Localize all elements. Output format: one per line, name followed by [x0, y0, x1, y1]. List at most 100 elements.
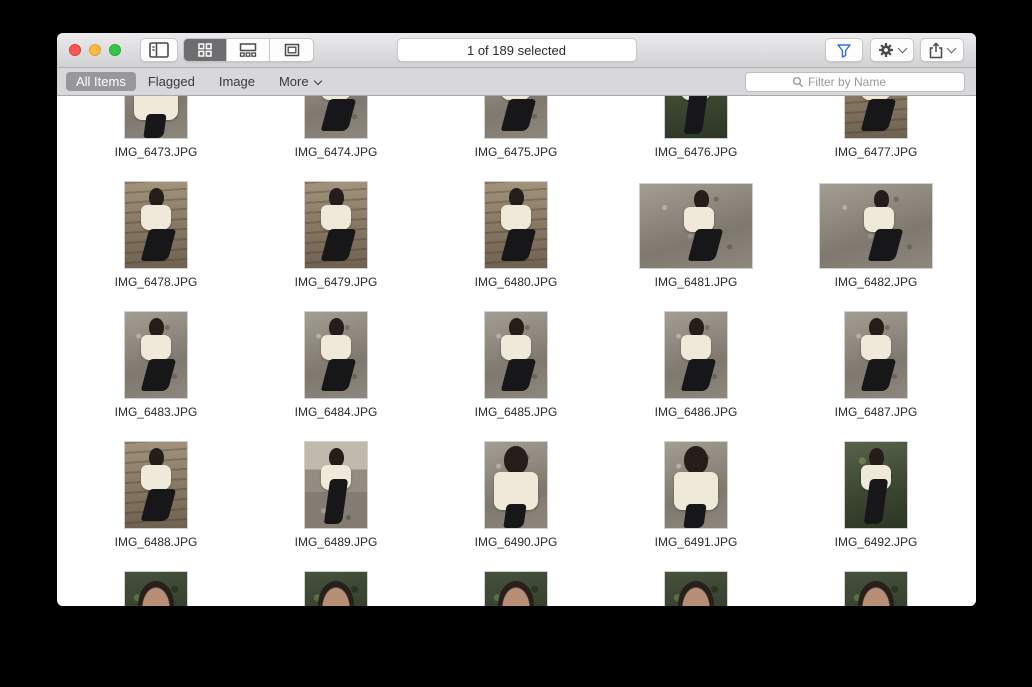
- search-icon: [792, 76, 804, 88]
- thumbnail-cell[interactable]: IMG_6473.JPG: [66, 96, 246, 181]
- filter-by-name-field[interactable]: [745, 72, 965, 92]
- view-mode-segmented-control: [183, 38, 314, 62]
- filename-label: IMG_6487.JPG: [834, 405, 918, 419]
- thumbnail-cell[interactable]: IMG_6481.JPG: [606, 181, 786, 311]
- close-button[interactable]: [69, 44, 81, 56]
- photo-thumbnail[interactable]: [640, 184, 752, 268]
- photo-thumbnail[interactable]: [665, 442, 727, 528]
- photo-thumbnail[interactable]: [125, 572, 187, 606]
- photo-thumbnail[interactable]: [485, 442, 547, 528]
- thumbnail-cell[interactable]: IMG_6486.JPG: [606, 311, 786, 441]
- photo-thumbnail[interactable]: [665, 312, 727, 398]
- photo-figure-head: [138, 581, 174, 606]
- photo-thumbnail[interactable]: [820, 184, 932, 268]
- thumbnail-cell[interactable]: IMG_6475.JPG: [426, 96, 606, 181]
- thumbnail-cell[interactable]: [66, 571, 246, 606]
- chevron-down-icon: [946, 43, 957, 54]
- filename-label: IMG_6481.JPG: [654, 275, 738, 289]
- single-view-segment[interactable]: [270, 39, 313, 61]
- filter-tabs: All Items Flagged Image More: [66, 72, 333, 91]
- photo-thumbnail[interactable]: [125, 96, 187, 138]
- thumbnail-cell[interactable]: IMG_6477.JPG: [786, 96, 966, 181]
- sidebar-toggle-button[interactable]: [140, 38, 178, 62]
- filter-button[interactable]: [825, 38, 863, 62]
- thumbnail-frame: [640, 181, 752, 268]
- thumbnail-cell[interactable]: IMG_6488.JPG: [66, 441, 246, 571]
- grid-view-icon: [197, 42, 213, 58]
- zoom-button[interactable]: [109, 44, 121, 56]
- photo-figure-body: [500, 99, 537, 131]
- thumbnail-cell[interactable]: IMG_6482.JPG: [786, 181, 966, 311]
- thumbnail-cell[interactable]: IMG_6491.JPG: [606, 441, 786, 571]
- photo-figure-head: [858, 581, 894, 606]
- thumbnail-cell[interactable]: [426, 571, 606, 606]
- thumbnail-cell[interactable]: IMG_6478.JPG: [66, 181, 246, 311]
- filename-label: IMG_6486.JPG: [654, 405, 738, 419]
- settings-button[interactable]: [870, 38, 914, 62]
- photo-figure-body: [680, 359, 717, 391]
- photo-thumbnail[interactable]: [125, 442, 187, 528]
- thumbnail-frame: [845, 311, 907, 398]
- photo-thumbnail[interactable]: [845, 442, 907, 528]
- thumbnail-cell[interactable]: IMG_6490.JPG: [426, 441, 606, 571]
- chevron-down-icon: [897, 43, 908, 54]
- chevron-down-icon: [313, 76, 322, 85]
- filename-label: IMG_6473.JPG: [114, 145, 198, 159]
- thumbnail-cell[interactable]: [786, 571, 966, 606]
- photo-thumbnail[interactable]: [665, 572, 727, 606]
- thumbnail-row: [66, 571, 966, 606]
- photo-thumbnail[interactable]: [845, 312, 907, 398]
- thumbnail-cell[interactable]: [606, 571, 786, 606]
- search-input[interactable]: [808, 75, 918, 89]
- thumbnail-cell[interactable]: IMG_6484.JPG: [246, 311, 426, 441]
- photo-thumbnail[interactable]: [845, 96, 907, 138]
- photo-thumbnail[interactable]: [305, 572, 367, 606]
- thumbnail-cell[interactable]: IMG_6479.JPG: [246, 181, 426, 311]
- thumbnail-cell[interactable]: IMG_6483.JPG: [66, 311, 246, 441]
- thumbnail-cell[interactable]: IMG_6476.JPG: [606, 96, 786, 181]
- photo-thumbnail[interactable]: [485, 96, 547, 138]
- tab-image[interactable]: Image: [207, 72, 267, 91]
- thumbnail-cell[interactable]: IMG_6487.JPG: [786, 311, 966, 441]
- thumbnail-cell[interactable]: IMG_6485.JPG: [426, 311, 606, 441]
- thumbnail-cell[interactable]: IMG_6492.JPG: [786, 441, 966, 571]
- thumbnail-frame: [125, 181, 187, 268]
- thumbnail-frame: [305, 181, 367, 268]
- photo-thumbnail[interactable]: [305, 312, 367, 398]
- photo-thumbnail[interactable]: [845, 572, 907, 606]
- selection-status-text: 1 of 189 selected: [466, 42, 567, 58]
- photo-thumbnail[interactable]: [125, 182, 187, 268]
- thumbnail-frame: [125, 96, 187, 138]
- thumbnail-cell[interactable]: IMG_6474.JPG: [246, 96, 426, 181]
- photo-thumbnail[interactable]: [305, 442, 367, 528]
- photo-thumbnail[interactable]: [305, 96, 367, 138]
- selection-status: 1 of 189 selected: [396, 38, 637, 62]
- photo-thumbnail[interactable]: [485, 312, 547, 398]
- thumbnail-cell[interactable]: IMG_6480.JPG: [426, 181, 606, 311]
- tab-label: More: [278, 74, 309, 89]
- share-button[interactable]: [920, 38, 964, 62]
- photo-thumbnail[interactable]: [485, 572, 547, 606]
- tab-flagged[interactable]: Flagged: [136, 72, 207, 91]
- thumbnail-cell[interactable]: IMG_6489.JPG: [246, 441, 426, 571]
- photo-thumbnail[interactable]: [305, 182, 367, 268]
- photo-figure-head: [498, 581, 534, 606]
- filename-label: IMG_6489.JPG: [294, 535, 378, 549]
- thumbnail-frame: [820, 181, 932, 268]
- thumbnail-frame: [665, 441, 727, 528]
- photo-figure-body: [140, 229, 177, 261]
- photo-thumbnail[interactable]: [125, 312, 187, 398]
- photo-figure-body: [503, 504, 527, 528]
- grid-view-segment[interactable]: [184, 39, 227, 61]
- tab-label: Image: [218, 74, 255, 89]
- tab-all-items[interactable]: All Items: [66, 72, 136, 91]
- photo-thumbnail[interactable]: [485, 182, 547, 268]
- tab-more[interactable]: More: [267, 72, 333, 91]
- window-controls: [69, 44, 121, 56]
- photo-figure-body: [320, 99, 357, 131]
- thumbnail-cell[interactable]: [246, 571, 426, 606]
- minimize-button[interactable]: [89, 44, 101, 56]
- list-view-segment[interactable]: [227, 39, 270, 61]
- photo-thumbnail[interactable]: [665, 96, 727, 138]
- filename-label: IMG_6485.JPG: [474, 405, 558, 419]
